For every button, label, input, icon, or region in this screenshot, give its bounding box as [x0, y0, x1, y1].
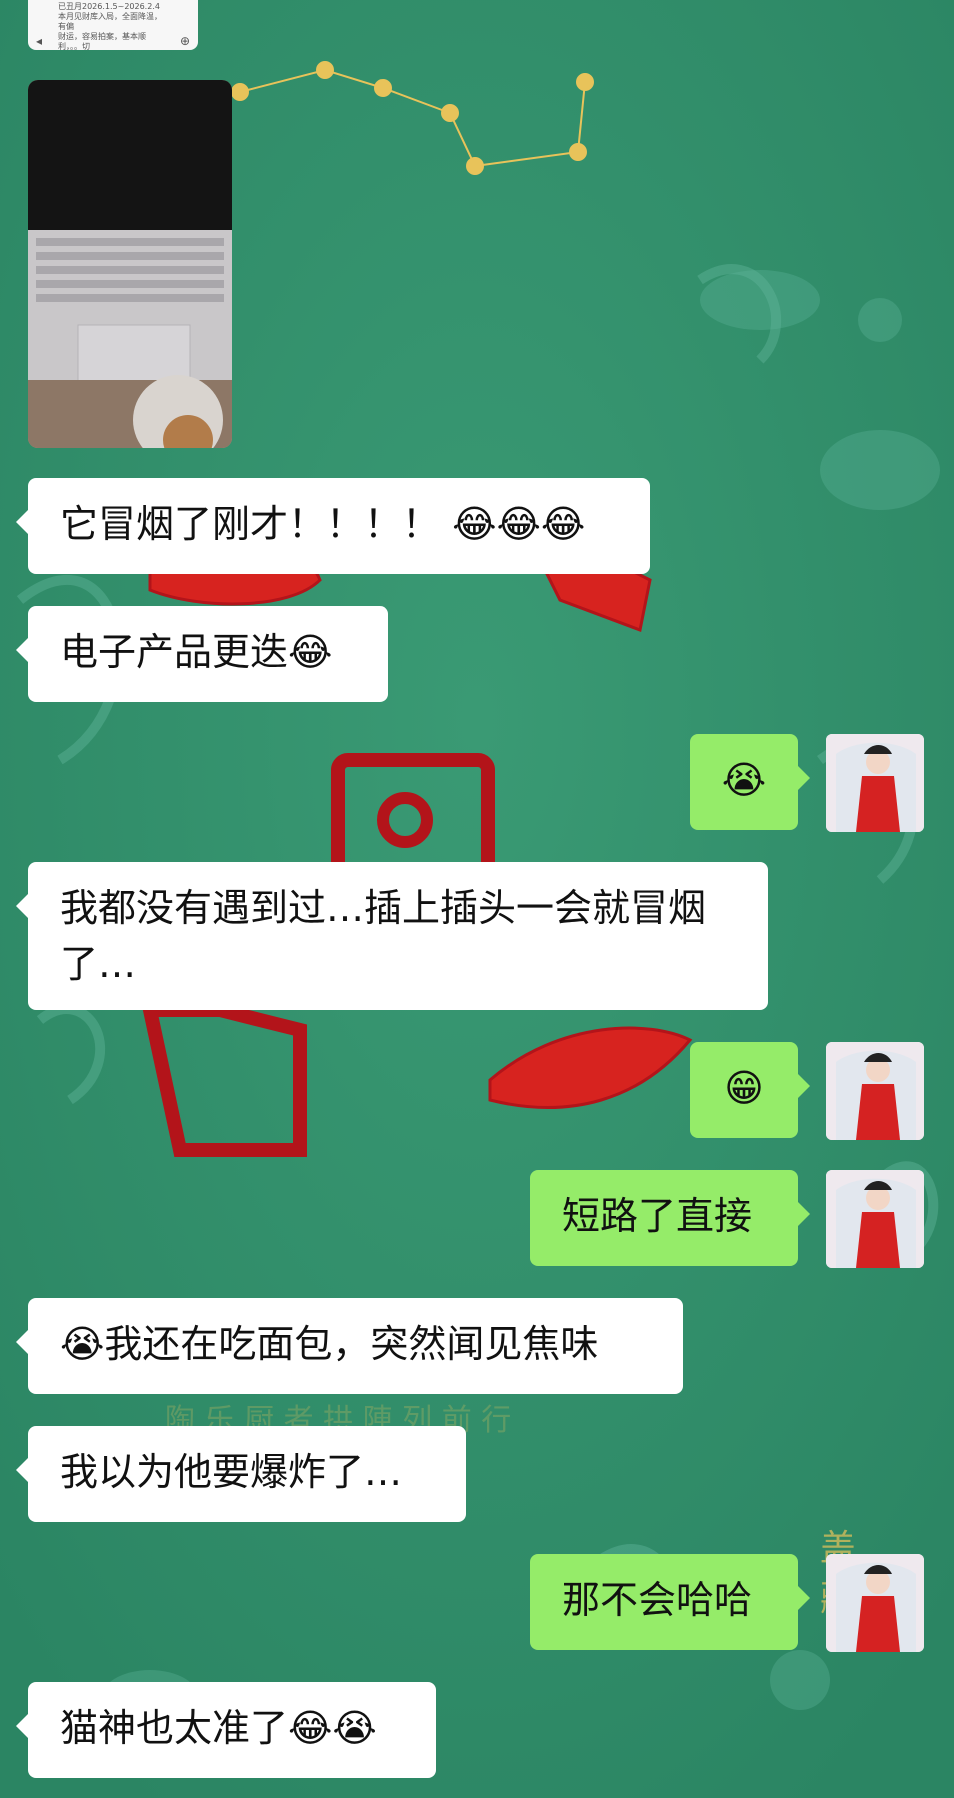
loudly-crying-emoji-icon: 😭	[60, 1322, 105, 1366]
tears-of-joy-emoji-icon: 😂	[288, 630, 333, 674]
tears-of-joy-emoji-icon: 😂	[288, 1706, 333, 1750]
message-text: 我都没有遇到过…插上插头一会就冒烟了…	[60, 886, 707, 986]
message-outgoing: 短路了直接	[530, 1170, 810, 1266]
message-incoming: 我都没有遇到过…插上插头一会就冒烟了…	[16, 862, 768, 1010]
message-incoming: 猫神也太准了😂😭	[16, 1682, 436, 1778]
card-line: 本月见财库入局，全面降温，有偏	[58, 12, 162, 31]
message-outgoing: 😭	[690, 734, 810, 830]
avatar[interactable]	[826, 1170, 924, 1268]
message-bubble[interactable]: 电子产品更迭😂	[16, 606, 388, 702]
avatar-image	[826, 1042, 924, 1140]
message-bubble[interactable]: 那不会哈哈	[530, 1554, 810, 1650]
message-text: 它冒烟了刚才！！！！	[60, 502, 441, 546]
message-bubble[interactable]: 😭	[690, 734, 810, 830]
message-incoming: 它冒烟了刚才！！！！ 😂😂😂	[16, 478, 650, 574]
card-line: 财运，容易拍案，基本顺利，。。切	[58, 32, 146, 50]
shared-fortune-card[interactable]: 已丑月2026.1.5~2026.2.4 本月见财库入局，全面降温，有偏 财运，…	[28, 0, 198, 50]
grinning-emoji-icon: 😁	[724, 1066, 764, 1110]
message-text: 我以为他要爆炸了…	[60, 1450, 403, 1494]
message-bubble[interactable]: 我都没有遇到过…插上插头一会就冒烟了…	[16, 862, 768, 1010]
avatar-image	[826, 1554, 924, 1652]
avatar[interactable]	[826, 1042, 924, 1140]
laptop-photo	[28, 80, 232, 448]
message-text: 电子产品更迭	[60, 630, 289, 674]
message-bubble[interactable]: 😭我还在吃面包，突然闻见焦味	[16, 1298, 683, 1394]
message-bubble[interactable]: 猫神也太准了😂😭	[16, 1682, 436, 1778]
tears-of-joy-emoji-icon: 😂	[496, 502, 541, 546]
message-incoming: 我以为他要爆炸了…	[16, 1426, 466, 1522]
tears-of-joy-emoji-icon: 😂	[440, 502, 497, 546]
message-outgoing: 😁	[690, 1042, 810, 1138]
message-text: 我还在吃面包，突然闻见焦味	[104, 1322, 599, 1366]
message-incoming: 😭我还在吃面包，突然闻见焦味	[16, 1298, 683, 1394]
message-incoming: 电子产品更迭😂	[16, 606, 388, 702]
message-outgoing: 那不会哈哈	[530, 1554, 810, 1650]
message-bubble[interactable]: 我以为他要爆炸了…	[16, 1426, 466, 1522]
avatar-image	[826, 734, 924, 832]
message-bubble[interactable]: 它冒烟了刚才！！！！ 😂😂😂	[16, 478, 650, 574]
loudly-crying-emoji-icon: 😭	[721, 758, 767, 802]
card-line: 已丑月2026.1.5~2026.2.4	[58, 2, 160, 11]
avatar[interactable]	[826, 734, 924, 832]
tears-of-joy-emoji-icon: 😂	[540, 502, 586, 546]
avatar[interactable]	[826, 1554, 924, 1652]
message-text: 猫神也太准了	[60, 1706, 289, 1750]
right-arrow-icon: ⊕	[179, 34, 190, 48]
avatar-image	[826, 1170, 924, 1268]
message-text: 那不会哈哈	[562, 1578, 753, 1622]
loudly-crying-emoji-icon: 😭	[332, 1706, 377, 1750]
message-bubble[interactable]: 短路了直接	[530, 1170, 810, 1266]
left-arrow-icon: ◂	[36, 34, 43, 48]
message-text: 短路了直接	[562, 1194, 753, 1238]
laptop-photo-message[interactable]	[28, 80, 232, 448]
message-bubble[interactable]: 😁	[690, 1042, 810, 1138]
